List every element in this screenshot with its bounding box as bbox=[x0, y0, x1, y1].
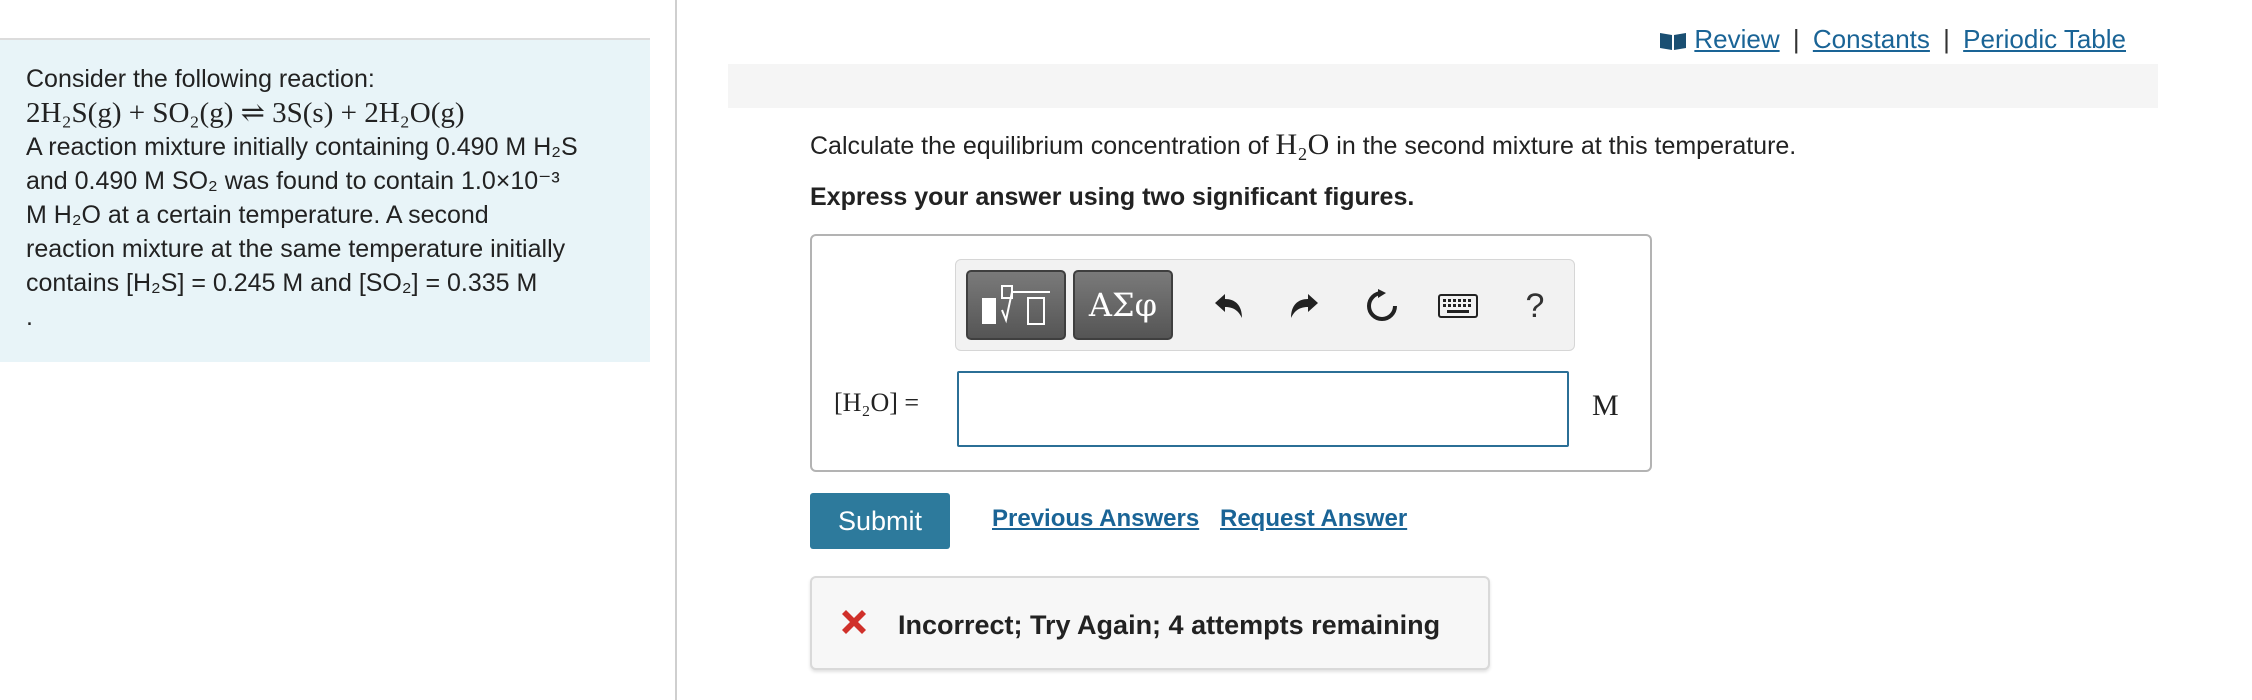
reaction-equation: 2H₂S(g) + SO₂(g) ⇌ 3S(s) + 2H₂O(g) bbox=[26, 97, 465, 129]
link-separator: | bbox=[1792, 24, 1800, 54]
help-icon[interactable]: ? bbox=[1511, 282, 1559, 330]
incorrect-x-icon bbox=[842, 610, 866, 634]
panel-divider bbox=[675, 0, 677, 700]
problem-text-line: reaction mixture at the same temperature… bbox=[26, 235, 566, 263]
redo-icon[interactable] bbox=[1281, 282, 1329, 330]
answer-instruction: Express your answer using two significan… bbox=[810, 183, 1415, 211]
math-toolbar: ΑΣφ ? bbox=[955, 259, 1575, 351]
feedback-text: Incorrect; Try Again; 4 attempts remaini… bbox=[898, 610, 1441, 640]
periodic-table-link[interactable]: Periodic Table bbox=[1963, 24, 2126, 54]
problem-text-line: contains [H₂S] = 0.245 M and [SO₂] = 0.3… bbox=[26, 269, 538, 297]
answer-box: ΑΣφ ? [H₂O] = M bbox=[810, 234, 1652, 472]
answer-unit: M bbox=[1592, 389, 1619, 422]
submit-button[interactable]: Submit bbox=[810, 493, 950, 549]
greek-symbols-button[interactable]: ΑΣφ bbox=[1073, 270, 1173, 340]
part-header-band bbox=[728, 64, 2158, 108]
question-suffix: in the second mixture at this temperatur… bbox=[1336, 132, 1797, 160]
problem-statement: Consider the following reaction: 2H₂S(g)… bbox=[0, 40, 650, 362]
problem-intro: Consider the following reaction: bbox=[26, 65, 375, 93]
request-answer-link[interactable]: Request Answer bbox=[1220, 505, 1407, 533]
previous-answers-link[interactable]: Previous Answers bbox=[992, 505, 1199, 533]
reset-icon[interactable] bbox=[1358, 282, 1406, 330]
question-species: H₂O bbox=[1275, 128, 1330, 161]
problem-text-line: and 0.490 M SO₂ was found to contain 1.0… bbox=[26, 167, 560, 195]
templates-button[interactable] bbox=[966, 270, 1066, 340]
problem-text-line: M H₂O at a certain temperature. A second bbox=[26, 201, 489, 229]
templates-icon bbox=[982, 285, 1050, 325]
answer-input[interactable] bbox=[957, 371, 1569, 447]
problem-text-period: . bbox=[26, 303, 33, 331]
problem-text-line: A reaction mixture initially containing … bbox=[26, 133, 578, 161]
keyboard-icon[interactable] bbox=[1434, 282, 1482, 330]
undo-icon[interactable] bbox=[1204, 282, 1252, 330]
review-link[interactable]: Review bbox=[1694, 24, 1779, 54]
question-prefix: Calculate the equilibrium concentration … bbox=[810, 132, 1269, 160]
answer-label: [H₂O] = bbox=[834, 388, 920, 417]
question-text: Calculate the equilibrium concentration … bbox=[810, 128, 1796, 162]
book-icon bbox=[1659, 27, 1687, 50]
link-separator: | bbox=[1943, 24, 1950, 54]
feedback-message: Incorrect; Try Again; 4 attempts remaini… bbox=[810, 576, 1490, 670]
constants-link[interactable]: Constants bbox=[1813, 24, 1930, 54]
header-links: Review | Constants | Periodic Table bbox=[1659, 24, 2126, 55]
